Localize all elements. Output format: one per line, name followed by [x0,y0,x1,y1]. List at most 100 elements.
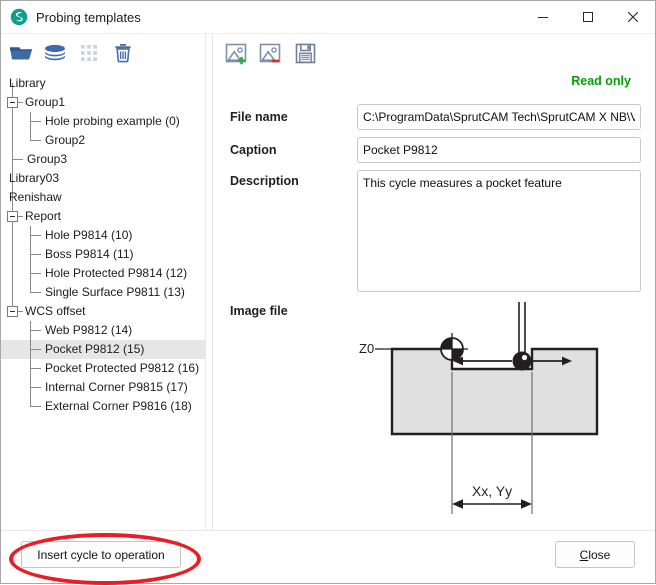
tree-item[interactable]: Web P9812 (14) [1,321,205,340]
tree-item[interactable]: WCS offset [1,302,205,321]
remove-image-button[interactable] [257,39,287,69]
tree-guide-horizontal [30,140,41,141]
tree-item-label: Group2 [45,133,86,147]
tree-item[interactable]: Hole Protected P9814 (12) [1,264,205,283]
xy-dimension [452,499,532,509]
tree-guide-horizontal [30,235,41,236]
tree-item-label: Library03 [9,171,60,185]
tree-item-label: Single Surface P9811 (13) [45,285,185,299]
file-name-input[interactable] [357,104,641,130]
tree-expander-toggle[interactable] [7,97,18,108]
caption-label: Caption [230,143,277,157]
close-icon [627,11,638,23]
image-file-label: Image file [230,304,288,318]
tree-item[interactable]: Hole P9814 (10) [1,226,205,245]
read-only-status: Read only [571,74,631,88]
tree-guide-horizontal [18,102,23,103]
tree-guide-horizontal [18,311,23,312]
tree-item[interactable]: Renishaw [1,188,205,207]
library-stack-button[interactable] [40,38,70,68]
tree-item-label: Hole P9814 (10) [45,228,133,242]
tree-item[interactable]: Internal Corner P9815 (17) [1,378,205,397]
probe-stylus [512,292,532,371]
image-remove-icon [259,43,281,63]
tree-guide-horizontal [30,349,41,350]
library-toolbar [1,34,205,72]
tree-item[interactable]: Pocket Protected P9812 (16) [1,359,205,378]
grid-icon [81,45,97,61]
dialog-footer: Insert cycle to operation Close [1,530,655,585]
tree-item[interactable]: External Corner P9816 (18) [1,397,205,416]
tree-guide-horizontal [18,216,23,217]
tree-guide-horizontal [12,159,23,160]
tree-item[interactable]: Hole probing example (0) [1,112,205,131]
tree-item-label: Internal Corner P9815 (17) [45,380,188,394]
tree-item[interactable]: Group2 [1,131,205,150]
template-tree[interactable]: Library Group1 Hole probing example (0) Gro… [1,72,205,530]
tree-item-label: WCS offset [25,304,86,318]
tree-guide-horizontal [30,292,41,293]
file-name-label: File name [230,110,288,124]
tree-guide-horizontal [30,368,41,369]
insert-cycle-label: Insert cycle to operation [37,547,165,562]
tree-item[interactable]: Report [1,207,205,226]
sprutcam-spiral-logo-icon [10,8,28,26]
tree-item-label: Boss P9814 (11) [45,247,134,261]
save-button[interactable] [291,39,321,69]
tree-item-label: Library [9,76,46,90]
tree-guide-horizontal [30,254,41,255]
insert-cycle-to-operation-button[interactable]: Insert cycle to operation [21,541,181,568]
folder-icon [10,47,32,60]
library-pane: Library Group1 Hole probing example (0) Gro… [1,34,205,530]
probing-templates-dialog: Probing templates Library Group1 Hole pr… [0,0,656,585]
maximize-icon [582,12,593,22]
tree-item[interactable]: Group3 [1,150,205,169]
z0-label: Z0 [359,341,374,356]
close-button[interactable] [610,2,655,33]
tree-item[interactable]: Library [1,74,205,93]
title-bar: Probing templates [1,1,655,34]
pane-splitter[interactable] [205,34,213,530]
minimize-button[interactable] [520,2,565,33]
window-title: Probing templates [36,9,141,25]
tree-item-label: Renishaw [9,190,62,204]
description-textarea[interactable] [357,170,641,292]
tree-item-label: External Corner P9816 (18) [45,399,192,413]
image-toolbar [223,39,321,69]
image-add-icon [225,43,247,65]
tree-item-label: Group3 [27,152,68,166]
maximize-button[interactable] [565,2,610,33]
tree-guide-horizontal [30,387,41,388]
tree-item[interactable]: Group1 [1,93,205,112]
tree-item-label: Hole Protected P9814 (12) [45,266,188,280]
pocket-probing-diagram: Z0 Xx, Yy [357,292,642,534]
tree-item-label: Web P9812 (14) [45,323,133,337]
tree-expander-toggle[interactable] [7,211,18,222]
add-image-button[interactable] [223,39,253,69]
open-library-button[interactable] [6,38,36,68]
layers-icon [45,44,65,61]
tree-item[interactable]: Pocket P9812 (15) [1,340,205,359]
trash-icon [115,44,131,63]
xy-dimension-label: Xx, Yy [472,483,512,499]
tree-guide-horizontal [30,406,41,407]
tree-item[interactable]: Library03 [1,169,205,188]
tree-item-label: Hole probing example (0) [45,114,180,128]
minimize-icon [537,17,548,18]
template-details-pane: Read only File name Caption Description … [213,34,655,530]
close-dialog-button[interactable]: Close [555,541,635,568]
tree-item-label: Pocket Protected P9812 (16) [45,361,200,375]
tree-item-label: Group1 [25,95,66,109]
close-label: Close [580,548,611,562]
dialog-body: Library Group1 Hole probing example (0) Gro… [1,34,655,530]
tree-guide-horizontal [30,330,41,331]
close-label-rest: lose [588,547,611,562]
delete-button[interactable] [108,38,138,68]
tree-item-label: Pocket P9812 (15) [45,342,145,356]
floppy-save-icon [295,43,316,64]
caption-input[interactable] [357,137,641,163]
tree-item[interactable]: Single Surface P9811 (13) [1,283,205,302]
tree-expander-toggle[interactable] [7,306,18,317]
tree-item[interactable]: Boss P9814 (11) [1,245,205,264]
tree-guide-horizontal [30,273,41,274]
